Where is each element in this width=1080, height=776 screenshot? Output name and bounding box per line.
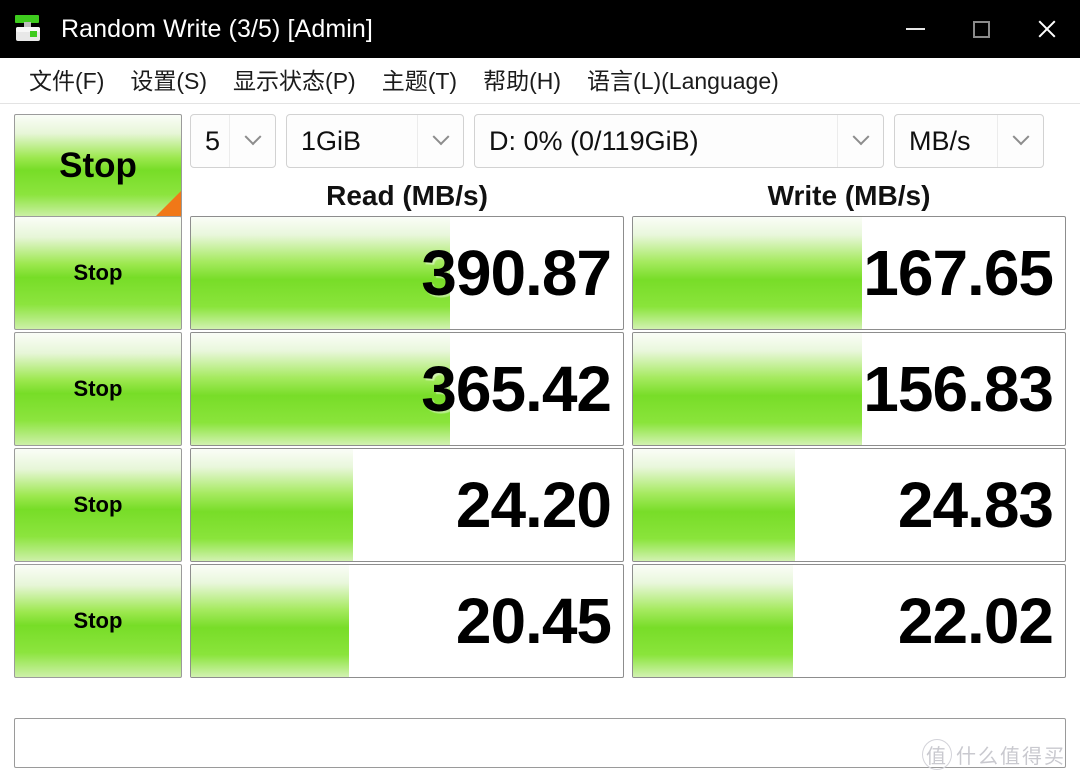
stop-all-button[interactable]: Stop xyxy=(14,114,182,218)
menu-bar: 文件(F) 设置(S) 显示状态(P) 主题(T) 帮助(H) 语言(L)(La… xyxy=(0,58,1080,104)
read-score-row-2: 365.42 xyxy=(421,353,612,425)
table-row: Stop 24.20 24.83 xyxy=(14,448,1066,562)
test-count-dropdown[interactable]: 5 xyxy=(190,114,276,168)
chevron-down-icon xyxy=(244,128,261,146)
row-button-slot: Stop xyxy=(14,564,182,678)
menu-item-settings[interactable]: 设置(S) xyxy=(117,66,220,96)
read-bar-row-4: 20.45 xyxy=(190,564,624,678)
window-title: Random Write (3/5) [Admin] xyxy=(61,14,373,43)
read-bar-row-3: 24.20 xyxy=(190,448,624,562)
unit-dropdown[interactable]: MB/s xyxy=(894,114,1044,168)
write-bar-row-1: 167.65 xyxy=(632,216,1066,330)
table-row: Stop 365.42 156.83 xyxy=(14,332,1066,446)
write-score-row-3: 24.83 xyxy=(897,469,1054,541)
test-size-value: 1GiB xyxy=(301,125,362,156)
maximize-icon xyxy=(972,20,990,38)
menu-item-help[interactable]: 帮助(H) xyxy=(470,66,574,96)
chevron-down-icon xyxy=(1012,128,1029,146)
read-bar-row-2: 365.42 xyxy=(190,332,624,446)
watermark: 值什么值得买 xyxy=(922,739,1066,770)
test-count-arrow[interactable] xyxy=(229,115,275,167)
stop-all-button-label: Stop xyxy=(59,146,137,185)
table-row: Stop 390.87 167.65 xyxy=(14,216,1066,330)
row-button-slot: Stop xyxy=(14,448,182,562)
write-bar-row-2: 156.83 xyxy=(632,332,1066,446)
crystaldiskmark-window: Random Write (3/5) [Admin] 文件(F) 设置(S) 显… xyxy=(0,0,1080,776)
write-score-row-4: 22.02 xyxy=(897,585,1054,657)
target-drive-dropdown[interactable]: D: 0% (0/119GiB) xyxy=(474,114,884,168)
all-button-slot: Stop xyxy=(14,114,182,218)
stop-button-label: Stop xyxy=(73,376,123,401)
read-column-header: Read (MB/s) xyxy=(326,180,488,211)
read-score-row-3: 24.20 xyxy=(455,469,612,541)
results-grid: Stop 390.87 167.65 Stop 365.42 156.83 St… xyxy=(14,216,1066,712)
status-bar xyxy=(14,718,1066,768)
row-button-slot: Stop xyxy=(14,332,182,446)
stop-button-row-2[interactable]: Stop xyxy=(14,332,182,446)
watermark-text: 什么值得买 xyxy=(956,746,1066,768)
read-score-row-1: 390.87 xyxy=(421,237,612,309)
stop-button-label: Stop xyxy=(73,492,123,517)
window-controls xyxy=(882,0,1080,58)
write-score-row-2: 156.83 xyxy=(863,353,1054,425)
read-bar-row-1: 390.87 xyxy=(190,216,624,330)
row-button-slot: Stop xyxy=(14,216,182,330)
close-icon xyxy=(1036,18,1058,40)
app-icon xyxy=(11,12,45,46)
unit-value: MB/s xyxy=(909,125,971,156)
chevron-down-icon xyxy=(432,128,449,146)
menu-item-language[interactable]: 语言(L)(Language) xyxy=(574,66,792,96)
maximize-button[interactable] xyxy=(948,0,1014,58)
unit-arrow[interactable] xyxy=(997,115,1043,167)
toolbar: Stop 5 1GiB D: 0% (0/119GiB) MB/s xyxy=(14,114,1066,218)
chevron-down-icon xyxy=(852,128,869,146)
minimize-button[interactable] xyxy=(882,0,948,58)
test-size-dropdown[interactable]: 1GiB xyxy=(286,114,464,168)
write-bar-row-3: 24.83 xyxy=(632,448,1066,562)
read-score-row-4: 20.45 xyxy=(455,585,612,657)
menu-item-display-status[interactable]: 显示状态(P) xyxy=(220,66,369,96)
stop-button-label: Stop xyxy=(73,260,123,285)
minimize-icon xyxy=(905,28,925,30)
test-count-value: 5 xyxy=(205,125,221,156)
target-drive-arrow[interactable] xyxy=(837,115,883,167)
stop-button-row-1[interactable]: Stop xyxy=(14,216,182,330)
stop-button-row-3[interactable]: Stop xyxy=(14,448,182,562)
target-drive-value: D: 0% (0/119GiB) xyxy=(489,125,699,156)
close-button[interactable] xyxy=(1014,0,1080,58)
write-column-header: Write (MB/s) xyxy=(767,180,931,211)
table-row: Stop 20.45 22.02 xyxy=(14,564,1066,678)
main-content: Stop 5 1GiB D: 0% (0/119GiB) MB/s Read (… xyxy=(0,104,1080,776)
progress-corner-indicator xyxy=(155,191,181,217)
title-bar: Random Write (3/5) [Admin] xyxy=(0,0,1080,58)
menu-item-theme[interactable]: 主题(T) xyxy=(369,66,470,96)
watermark-mark: 值 xyxy=(922,739,952,770)
write-bar-row-4: 22.02 xyxy=(632,564,1066,678)
write-score-row-1: 167.65 xyxy=(863,237,1054,309)
stop-button-label: Stop xyxy=(73,608,123,633)
stop-button-row-4[interactable]: Stop xyxy=(14,564,182,678)
menu-item-file[interactable]: 文件(F) xyxy=(16,66,117,96)
test-size-arrow[interactable] xyxy=(417,115,463,167)
